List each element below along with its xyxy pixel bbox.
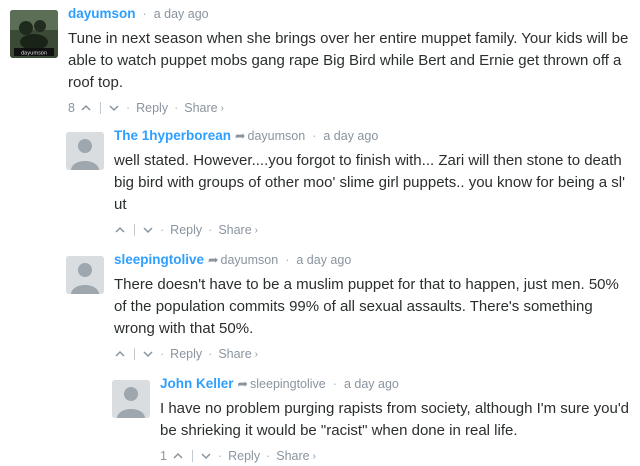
chevron-right-icon: › [254, 224, 259, 236]
separator: · [285, 253, 290, 267]
comment-header: The 1hyperborean ➦ dayumson · a day ago [114, 128, 630, 150]
separator: · [125, 101, 131, 115]
avatar[interactable]: dayumson [10, 10, 58, 58]
reply-to-author[interactable]: dayumson [248, 129, 306, 143]
separator: · [217, 449, 223, 463]
downvote-icon[interactable] [108, 102, 120, 114]
reply-button[interactable]: Reply [170, 223, 202, 237]
reply-button[interactable]: Reply [170, 347, 202, 361]
comment-footer: 1 · Reply · Share › [160, 445, 630, 466]
comment-body: dayumson · a day ago Tune in next season… [68, 6, 630, 119]
share-button[interactable]: Share [184, 101, 217, 115]
vote-divider [191, 450, 193, 462]
reply-arrow-icon: ➦ [237, 377, 249, 391]
upvote-icon[interactable] [172, 450, 184, 462]
vote-divider [134, 224, 135, 236]
comment: The 1hyperborean ➦ dayumson · a day ago … [0, 124, 640, 237]
separator: · [266, 449, 271, 463]
comment-footer: · Reply · Share › [114, 219, 630, 241]
separator: · [208, 223, 213, 237]
separator: · [208, 347, 213, 361]
downvote-icon[interactable] [142, 348, 154, 360]
upvote-icon[interactable] [114, 348, 126, 360]
upvote-icon[interactable] [114, 224, 126, 236]
vote-count: 8 [68, 101, 75, 115]
avatar-caption: dayumson [21, 51, 47, 57]
share-button[interactable]: Share [218, 223, 251, 237]
comment-header: dayumson · a day ago [68, 6, 630, 28]
reply-arrow-icon: ➦ [208, 253, 219, 267]
vote-divider [99, 102, 101, 114]
comment-body: John Keller ➦ sleepingtolive · a day ago… [160, 376, 630, 466]
reply-arrow-icon: ➦ [235, 129, 246, 143]
comment-text: There doesn't have to be a muslim puppet… [114, 276, 619, 337]
comment-footer: · Reply · Share › [114, 343, 630, 365]
comment-text: I have no problem purging rapists from s… [160, 400, 630, 439]
avatar[interactable] [66, 132, 104, 170]
comment-header: sleepingtolive ➦ dayumson · a day ago [114, 252, 630, 274]
default-avatar-icon [112, 380, 150, 418]
default-avatar-icon [66, 256, 104, 294]
reply-to-author[interactable]: sleepingtolive [250, 377, 326, 391]
reply-to-author[interactable]: dayumson [221, 253, 279, 267]
chevron-right-icon: › [220, 102, 224, 114]
avatar[interactable] [66, 256, 104, 294]
timestamp[interactable]: a day ago [154, 7, 209, 21]
vote-count: 1 [160, 449, 167, 463]
avatar[interactable] [112, 380, 150, 418]
downvote-icon[interactable] [200, 450, 212, 462]
default-avatar-icon [66, 132, 104, 170]
vote-divider [134, 348, 135, 360]
reply-button[interactable]: Reply [228, 449, 260, 463]
upvote-icon[interactable] [80, 102, 92, 114]
separator: · [160, 223, 165, 237]
separator: · [332, 377, 337, 391]
share-button[interactable]: Share [276, 449, 309, 463]
comment-text: Tune in next season when she brings over… [68, 30, 629, 91]
muppet-photo-icon: dayumson [10, 10, 58, 58]
comment: sleepingtolive ➦ dayumson · a day ago Th… [0, 248, 640, 361]
chevron-right-icon: › [312, 450, 316, 462]
share-button[interactable]: Share [218, 347, 251, 361]
timestamp[interactable]: a day ago [344, 377, 399, 391]
reply-button[interactable]: Reply [136, 101, 168, 115]
comment-body: sleepingtolive ➦ dayumson · a day ago Th… [114, 252, 630, 365]
downvote-icon[interactable] [142, 224, 154, 236]
chevron-right-icon: › [254, 348, 259, 360]
author-name[interactable]: The 1hyperborean [114, 128, 231, 143]
comment: dayumson dayumson · a day ago Tune in ne… [0, 0, 640, 118]
comment-header: John Keller ➦ sleepingtolive · a day ago [160, 376, 630, 398]
separator: · [142, 7, 147, 21]
comment-body: The 1hyperborean ➦ dayumson · a day ago … [114, 128, 630, 241]
timestamp[interactable]: a day ago [296, 253, 351, 267]
author-name[interactable]: sleepingtolive [114, 252, 204, 267]
comment-footer: 8 · Reply · Share › [68, 97, 630, 119]
author-name[interactable]: dayumson [68, 6, 136, 21]
timestamp[interactable]: a day ago [323, 129, 378, 143]
separator: · [174, 101, 179, 115]
separator: · [160, 347, 165, 361]
comment-text: well stated. However....you forgot to fi… [114, 152, 625, 213]
separator: · [312, 129, 317, 143]
author-name[interactable]: John Keller [160, 376, 234, 391]
comment: John Keller ➦ sleepingtolive · a day ago… [0, 372, 640, 466]
